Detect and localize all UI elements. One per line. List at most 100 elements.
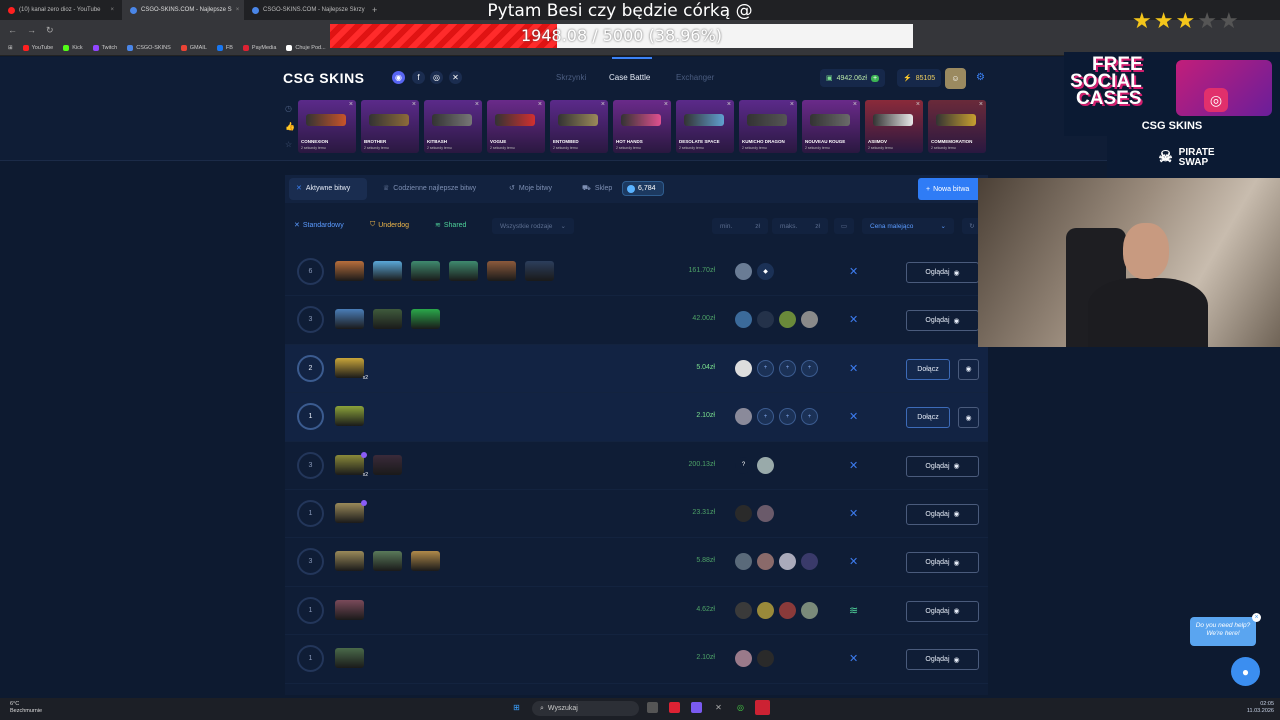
- watch-button[interactable]: Oglądaj ◉: [906, 649, 979, 671]
- browser-tab[interactable]: (10) kanał zero dioz - YouTube ×: [0, 0, 122, 20]
- drop-card[interactable]: KUMICHO DRAGON 2 sekundy temu ×: [739, 100, 797, 153]
- x-twitter-icon[interactable]: ✕: [449, 71, 462, 84]
- bookmark-item[interactable]: FB: [216, 44, 233, 51]
- close-icon[interactable]: ×: [1252, 613, 1261, 622]
- app-icon[interactable]: [691, 702, 702, 713]
- filter-standard[interactable]: ✕ Standardowy: [294, 221, 344, 230]
- nav-case-battle[interactable]: Case Battle: [609, 73, 650, 82]
- tab-my-battles[interactable]: ↺ Moje bitwy: [509, 184, 552, 193]
- close-icon[interactable]: ×: [916, 101, 920, 108]
- drop-card[interactable]: VOGUE 2 sekundy temu ×: [487, 100, 545, 153]
- browser-tab[interactable]: CSGO-SKINS.COM - Najlepsze S ×: [122, 0, 244, 20]
- back-icon[interactable]: ←: [8, 25, 17, 35]
- join-slot-plus-icon[interactable]: +: [757, 408, 774, 426]
- drop-card[interactable]: NOUVEAU ROUGE 2 sekundy temu ×: [802, 100, 860, 153]
- drop-card[interactable]: BROTHER 2 sekundy temu ×: [361, 100, 419, 153]
- filter-shared[interactable]: ≋ Shared: [435, 221, 466, 230]
- tab-shop[interactable]: ⛟ Sklep: [582, 184, 612, 193]
- bookmark-item[interactable]: Twitch: [92, 44, 117, 51]
- min-price-input[interactable]: min. zł: [712, 218, 768, 234]
- drop-card[interactable]: KITBASH 2 sekundy temu ×: [424, 100, 482, 153]
- chat-icon[interactable]: ●: [1231, 657, 1260, 686]
- thumbs-up-icon[interactable]: 👍: [285, 122, 295, 131]
- close-icon[interactable]: ×: [727, 101, 731, 108]
- battle-row: 1 2.10zł + + + ✕ Dołącz ◉: [285, 393, 988, 442]
- settings-gear-icon[interactable]: ⚙: [974, 71, 987, 84]
- eye-icon[interactable]: ◉: [958, 407, 979, 429]
- watch-button[interactable]: Oglądaj ◉: [906, 262, 979, 283]
- watch-button[interactable]: Oglądaj ◉: [906, 455, 979, 477]
- close-icon[interactable]: ×: [349, 101, 353, 108]
- join-slot-plus-icon[interactable]: +: [757, 359, 774, 377]
- close-tab-icon[interactable]: ×: [236, 7, 240, 13]
- close-tab-icon[interactable]: ×: [110, 7, 114, 13]
- join-button[interactable]: Dołącz: [906, 358, 950, 380]
- join-button[interactable]: Dołącz: [906, 407, 950, 429]
- system-clock[interactable]: 02:05 11.03.2026: [1238, 701, 1274, 715]
- close-icon[interactable]: ×: [601, 101, 605, 108]
- app-icon[interactable]: [755, 700, 770, 715]
- bookmark-item[interactable]: YouTube: [22, 44, 53, 51]
- deposit-plus-icon[interactable]: +: [870, 74, 880, 82]
- app-icon[interactable]: ◎: [735, 702, 746, 713]
- tab-daily-best[interactable]: ♕ Codzienne najlepsze bitwy: [383, 184, 476, 193]
- help-bubble[interactable]: Do you need help? We're here!: [1190, 617, 1256, 646]
- nav-skrzynki[interactable]: Skrzynki: [556, 73, 586, 82]
- watch-button[interactable]: Oglądaj ◉: [906, 600, 979, 622]
- bookmark-item[interactable]: GMAIL: [180, 44, 207, 51]
- bookmark-item[interactable]: Kick: [63, 44, 83, 51]
- facebook-icon[interactable]: f: [412, 71, 425, 84]
- taskbar-search[interactable]: ⌕ Wyszukaj: [532, 701, 639, 716]
- watch-button[interactable]: Oglądaj ◉: [906, 552, 979, 574]
- close-icon[interactable]: ×: [412, 101, 416, 108]
- apps-grid-icon[interactable]: ⊞: [8, 45, 13, 51]
- clock-icon[interactable]: ◷: [285, 104, 292, 113]
- join-slot-plus-icon[interactable]: +: [779, 408, 796, 426]
- drop-card[interactable]: HOT HANDS 2 sekundy temu ×: [613, 100, 671, 153]
- eye-icon[interactable]: ◉: [958, 358, 979, 380]
- drop-card[interactable]: CONNEXION 2 sekundy temu ×: [298, 100, 356, 153]
- windows-start-icon[interactable]: ⊞: [511, 702, 522, 713]
- close-icon[interactable]: ×: [790, 101, 794, 108]
- user-avatar[interactable]: ☺: [945, 68, 966, 89]
- bookmark-favicon-icon: [180, 44, 187, 51]
- weather-widget[interactable]: 6°C Bezchmurnie: [10, 701, 42, 715]
- join-slot-plus-icon[interactable]: +: [779, 359, 796, 377]
- bookmark-item[interactable]: PayMedia: [242, 44, 276, 51]
- watch-button[interactable]: Oglądaj ◉: [906, 310, 979, 332]
- sort-select[interactable]: Cena malejąco ⌄: [862, 218, 954, 234]
- tab-active-battles[interactable]: ✕ Aktywne bitwy: [296, 184, 350, 193]
- balance-display[interactable]: ▣ 4942.06zł +: [820, 69, 886, 87]
- weapon-image: [873, 114, 913, 126]
- drop-card[interactable]: COMMEMORATION 2 sekundy temu ×: [928, 100, 986, 153]
- star-icon[interactable]: ☆: [285, 140, 292, 149]
- join-slot-plus-icon[interactable]: +: [801, 359, 818, 377]
- close-icon[interactable]: ×: [538, 101, 542, 108]
- watch-button[interactable]: Oglądaj ◉: [906, 503, 979, 525]
- bookmark-item[interactable]: Chuje Pod...: [286, 44, 326, 51]
- standard-mode-icon: ✕: [849, 653, 859, 666]
- close-icon[interactable]: ×: [979, 101, 983, 108]
- site-logo[interactable]: CSG SKINS: [283, 70, 365, 86]
- join-slot-plus-icon[interactable]: +: [801, 408, 818, 426]
- close-icon[interactable]: ×: [475, 101, 479, 108]
- app-icon[interactable]: ✕: [713, 702, 724, 713]
- filter-underdog[interactable]: ⛉ Underdog: [370, 221, 409, 229]
- drop-card[interactable]: ENTOMBED 2 sekundy temu ×: [550, 100, 608, 153]
- discord-icon[interactable]: ◉: [392, 71, 405, 84]
- bookmark-item[interactable]: CSGO-SKINS: [127, 44, 171, 51]
- instagram-icon[interactable]: ◎: [430, 71, 443, 84]
- calendar-icon[interactable]: ▭: [834, 218, 854, 234]
- drop-card[interactable]: ASIIMOV 2 sekundy temu ×: [865, 100, 923, 153]
- type-select[interactable]: Wszystkie rodzaje ⌄: [492, 218, 574, 234]
- opera-icon[interactable]: [669, 702, 680, 713]
- reload-icon[interactable]: ↻: [46, 25, 54, 36]
- forward-icon[interactable]: →: [27, 25, 36, 35]
- drop-card[interactable]: DESOLATE SPACE 2 sekundy temu ×: [676, 100, 734, 153]
- nav-exchanger[interactable]: Exchanger: [676, 73, 714, 82]
- battle-cases: [335, 406, 364, 427]
- max-price-input[interactable]: maks. zł: [772, 218, 828, 234]
- task-view-icon[interactable]: [647, 702, 658, 713]
- close-icon[interactable]: ×: [664, 101, 668, 108]
- close-icon[interactable]: ×: [853, 101, 857, 108]
